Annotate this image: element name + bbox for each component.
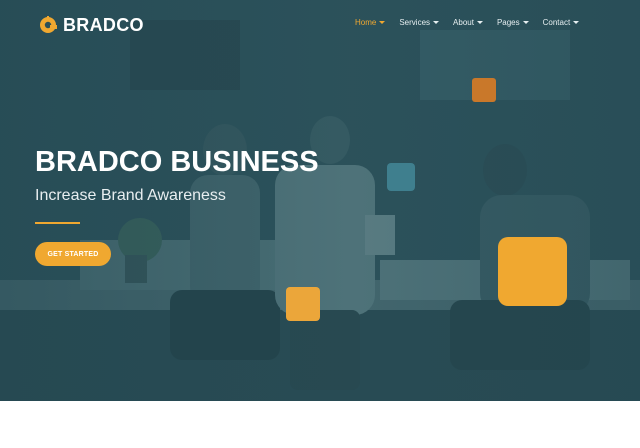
decor-square (387, 163, 415, 191)
gear-logo-icon (40, 16, 57, 33)
decor-square (472, 78, 496, 102)
caret-down-icon (476, 21, 483, 24)
decor-square (498, 237, 567, 306)
nav-item-about[interactable]: About (453, 18, 483, 27)
main-nav: Home Services About Pages Contact (355, 18, 593, 27)
nav-item-label: Pages (496, 18, 520, 27)
nav-item-label: Home (355, 18, 377, 27)
caret-down-icon (379, 21, 386, 24)
hero-section: BRADCO Home Services About Pages Contact… (0, 0, 640, 401)
title-divider (35, 222, 80, 224)
nav-item-contact[interactable]: Contact (543, 18, 580, 27)
get-started-button[interactable]: GET STARTED (35, 242, 111, 266)
brand-logo[interactable]: BRADCO (39, 14, 144, 36)
nav-item-label: Services (399, 18, 431, 27)
caret-down-icon (522, 21, 529, 24)
content-section (0, 401, 640, 448)
nav-item-label: About (453, 18, 474, 27)
nav-item-services[interactable]: Services (399, 18, 440, 27)
hero-subtitle: Increase Brand Awareness (35, 187, 226, 204)
hero-title: BRADCO BUSINESS (35, 146, 319, 178)
caret-down-icon (433, 21, 440, 24)
nav-item-label: Contact (542, 18, 571, 27)
decor-square (286, 287, 320, 321)
caret-down-icon (573, 21, 580, 24)
nav-item-pages[interactable]: Pages (497, 18, 529, 27)
nav-item-home[interactable]: Home (355, 18, 386, 27)
brand-name: BRADCO (63, 14, 144, 35)
